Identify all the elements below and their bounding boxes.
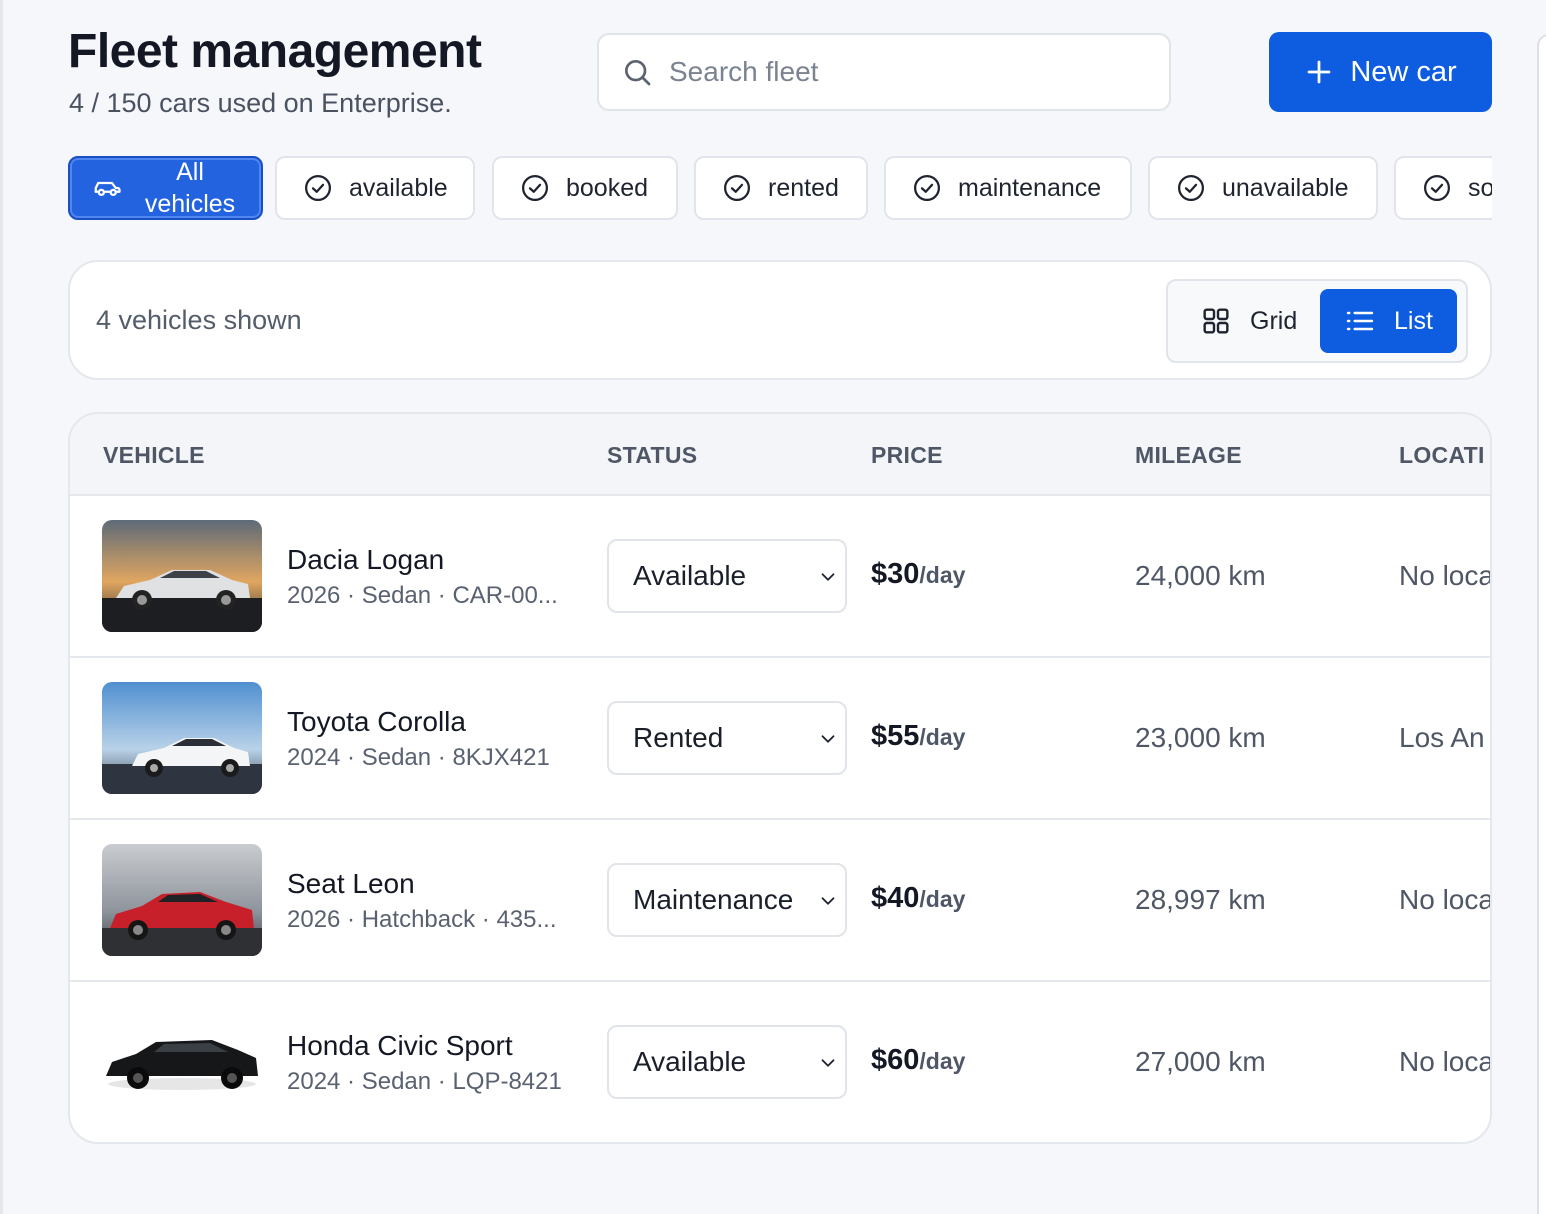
table-row[interactable]: Toyota Corolla 2024 · Sedan · 8KJX421 Re… xyxy=(70,658,1490,820)
vehicle-name[interactable]: Seat Leon xyxy=(287,868,415,900)
filter-chip-label: unavailable xyxy=(1222,173,1349,202)
vehicle-meta: 2026 · Sedan · CAR-00... xyxy=(287,582,558,609)
check-circle-icon xyxy=(1178,175,1204,201)
vehicle-name[interactable]: Toyota Corolla xyxy=(287,706,466,738)
mileage-cell: 24,000 km xyxy=(1135,560,1266,591)
chevron-down-icon xyxy=(821,573,835,581)
car-icon xyxy=(94,181,121,196)
list-icon xyxy=(1346,311,1374,331)
status-select[interactable]: Rented xyxy=(607,701,847,775)
page-title: Fleet management xyxy=(68,25,482,78)
status-select-value: Rented xyxy=(633,722,724,753)
filter-chip-available[interactable]: available xyxy=(275,156,475,220)
filter-chip-booked[interactable]: booked xyxy=(492,156,678,220)
check-circle-icon xyxy=(522,175,548,201)
price-amount: $55 xyxy=(871,720,920,752)
table-row[interactable]: Seat Leon 2026 · Hatchback · 435... Main… xyxy=(70,820,1490,982)
page-left-border xyxy=(0,0,3,1214)
filter-chip-label: available xyxy=(349,173,448,202)
mileage-cell: 23,000 km xyxy=(1135,722,1266,753)
check-circle-icon xyxy=(724,175,750,201)
price-cell: $30/day xyxy=(871,558,965,591)
vehicle-photo xyxy=(102,682,262,794)
grid-view-label: Grid xyxy=(1250,306,1298,335)
filter-chip-label: All vehicles xyxy=(144,158,236,218)
price-amount: $40 xyxy=(871,882,920,914)
grid-view-button[interactable]: Grid xyxy=(1174,289,1314,353)
filter-chip-unavailable[interactable]: unavailable xyxy=(1148,156,1378,220)
filter-chip-maintenance[interactable]: maintenance xyxy=(884,156,1132,220)
mileage-cell: 27,000 km xyxy=(1135,1046,1266,1077)
price-cell: $55/day xyxy=(871,720,965,753)
chevron-down-icon xyxy=(821,735,835,743)
table-row[interactable]: Dacia Logan 2026 · Sedan · CAR-00... Ava… xyxy=(70,496,1490,658)
view-toggle: Grid List xyxy=(1166,279,1468,363)
vehicle-meta: 2024 · Sedan · 8KJX421 xyxy=(287,744,550,771)
price-cell: $60/day xyxy=(871,1044,965,1077)
plus-icon xyxy=(1307,60,1331,84)
vehicle-count: 4 vehicles shown xyxy=(96,305,302,335)
filter-chip-label: maintenance xyxy=(958,173,1102,202)
results-toolbar: 4 vehicles shown Grid List xyxy=(68,260,1492,380)
status-select[interactable]: Maintenance xyxy=(607,863,847,937)
location-cell: No loca xyxy=(1399,884,1492,915)
vehicle-name[interactable]: Honda Civic Sport xyxy=(287,1030,513,1062)
filter-chip-rented[interactable]: rented xyxy=(694,156,868,220)
chevron-down-icon xyxy=(821,897,835,905)
column-header-mileage: MILEAGE xyxy=(1135,442,1242,468)
vehicle-photo xyxy=(102,1006,262,1118)
location-cell: No loca xyxy=(1399,560,1492,591)
new-car-label: New car xyxy=(1350,55,1457,88)
price-unit: /day xyxy=(919,886,966,912)
status-select-value: Available xyxy=(633,560,747,591)
status-select-value: Maintenance xyxy=(633,884,794,915)
vehicle-photo xyxy=(102,844,262,956)
chevron-down-icon xyxy=(821,1059,835,1067)
vehicle-meta: 2024 · Sedan · LQP-8421 xyxy=(287,1068,562,1095)
filter-chip-sold[interactable]: so xyxy=(1394,156,1492,220)
search-icon xyxy=(625,60,651,86)
column-header-vehicle: VEHICLE xyxy=(103,442,205,468)
vehicle-meta: 2026 · Hatchback · 435... xyxy=(287,906,557,933)
filter-chip-all-vehicles[interactable]: All vehicles xyxy=(68,156,263,220)
check-circle-icon xyxy=(914,175,940,201)
filter-chip-label: rented xyxy=(768,173,839,202)
check-circle-icon xyxy=(305,175,331,201)
search-box[interactable] xyxy=(597,33,1171,111)
price-unit: /day xyxy=(919,724,966,750)
price-unit: /day xyxy=(919,562,966,588)
column-header-location: LOCATI xyxy=(1399,442,1485,468)
new-car-button[interactable]: New car xyxy=(1269,32,1492,112)
column-header-status: STATUS xyxy=(607,442,698,468)
status-select[interactable]: Available xyxy=(607,539,847,613)
location-cell: No loca xyxy=(1399,1046,1492,1077)
check-circle-icon xyxy=(1424,175,1450,201)
table-row[interactable]: Honda Civic Sport 2024 · Sedan · LQP-842… xyxy=(70,982,1492,1142)
filter-chip-label: so xyxy=(1468,173,1492,202)
plan-usage-text: 4 / 150 cars used on Enterprise. xyxy=(69,88,452,118)
list-view-label: List xyxy=(1394,306,1433,335)
status-select[interactable]: Available xyxy=(607,1025,847,1099)
price-cell: $40/day xyxy=(871,882,965,915)
column-header-price: PRICE xyxy=(871,442,943,468)
vehicles-table: VEHICLE STATUS PRICE MILEAGE LOCATI Daci… xyxy=(68,412,1492,1144)
search-input[interactable] xyxy=(669,56,1149,88)
table-header: VEHICLE STATUS PRICE MILEAGE LOCATI xyxy=(70,414,1490,496)
side-panel-edge xyxy=(1537,34,1546,1214)
location-cell: Los An xyxy=(1399,722,1485,753)
mileage-cell: 28,997 km xyxy=(1135,884,1266,915)
list-view-button[interactable]: List xyxy=(1320,289,1457,353)
price-amount: $60 xyxy=(871,1044,920,1076)
status-filter-bar: All vehicles available booked rented mai… xyxy=(68,156,1492,222)
status-select-value: Available xyxy=(633,1046,747,1077)
vehicle-photo xyxy=(102,520,262,632)
price-unit: /day xyxy=(919,1048,966,1074)
filter-chip-label: booked xyxy=(566,173,649,202)
grid-icon xyxy=(1203,308,1229,334)
price-amount: $30 xyxy=(871,558,920,590)
vehicle-name[interactable]: Dacia Logan xyxy=(287,544,444,576)
